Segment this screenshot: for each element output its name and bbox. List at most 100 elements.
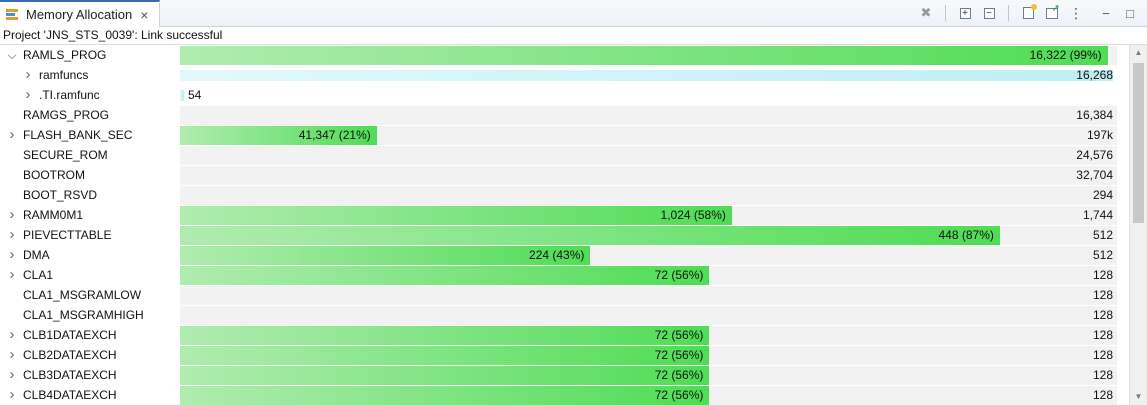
chevron-right-icon[interactable]: › [6,205,18,225]
usage-bar-track: 128 [180,306,1117,326]
name-cell: › CLB3DATAEXCH [0,365,180,385]
maximize-icon[interactable]: □ [1121,4,1139,22]
tab-memory-allocation[interactable]: Memory Allocation × [0,0,160,27]
usage-bar-track: 16,268 [180,66,1117,86]
usage-fill: 72 (56%) [180,366,710,385]
region-total: 128 [1092,268,1113,282]
view-menu-icon[interactable]: ⋮ [1067,4,1085,22]
section-size: 54 [188,88,202,102]
tree-row[interactable]: › ramfuncs 16,268 [0,65,1129,86]
usage-label: 448 (87%) [938,228,994,242]
vertical-scrollbar[interactable]: ▲ ▼ [1129,45,1147,405]
name-cell: › RAMM0M1 [0,205,180,225]
chevron-right-icon[interactable]: › [6,345,18,365]
row-name: CLB1DATAEXCH [23,328,117,342]
tree-row[interactable]: › CLB2DATAEXCH 72 (56%) 128 [0,345,1129,366]
chevron-down-icon[interactable]: ⌵ [6,45,18,65]
region-total: 128 [1092,368,1113,382]
usage-fill: 1,024 (58%) [180,206,732,225]
chevron-right-icon[interactable]: › [6,225,18,245]
region-total: 16,384 [1076,108,1113,122]
tree-row[interactable]: › CLA1 72 (56%) 128 [0,265,1129,286]
tree-row[interactable]: › RAMM0M1 1,024 (58%) 1,744 [0,205,1129,226]
tree-row[interactable]: ⌵ RAMLS_PROG 16,322 (99%) [0,45,1129,66]
chevron-right-icon[interactable]: › [6,385,18,405]
usage-fill: 448 (87%) [180,226,1000,245]
remove-icon[interactable]: ✖ [917,4,935,22]
tree-row[interactable]: › DMA 224 (43%) 512 [0,245,1129,266]
usage-bar-track: 72 (56%) 128 [180,326,1117,346]
tree-row[interactable]: › CLB1DATAEXCH 72 (56%) 128 [0,325,1129,346]
usage-fill: 72 (56%) [180,386,710,405]
name-cell: › FLASH_BANK_SEC [0,125,180,145]
tree-row[interactable]: RAMGS_PROG 16,384 [0,105,1129,126]
name-cell: CLA1_MSGRAMLOW [0,285,180,305]
name-cell: › DMA [0,245,180,265]
tree-row[interactable]: CLA1_MSGRAMLOW 128 [0,285,1129,306]
usage-fill: 72 (56%) [180,346,710,365]
usage-label: 72 (56%) [654,328,704,342]
scrollbar-thumb[interactable] [1133,63,1144,223]
row-name: RAMLS_PROG [23,48,107,62]
region-total: 32,704 [1076,168,1113,182]
name-cell: BOOTROM [0,165,180,185]
collapse-all-icon[interactable]: − [980,4,998,22]
tree-row[interactable]: › CLB3DATAEXCH 72 (56%) 128 [0,365,1129,386]
chevron-right-icon[interactable]: › [22,65,34,85]
name-cell: › CLB1DATAEXCH [0,325,180,345]
chevron-right-icon[interactable]: › [22,85,34,105]
scroll-up-icon[interactable]: ▲ [1130,45,1147,61]
row-name: ramfuncs [39,68,89,82]
name-cell: › .TI.ramfunc [0,85,180,105]
tree-row[interactable]: CLA1_MSGRAMHIGH 128 [0,305,1129,326]
expand-all-icon[interactable]: + [956,4,974,22]
toolbar-separator [1008,5,1009,21]
name-cell: CLA1_MSGRAMHIGH [0,305,180,325]
memory-allocation-tree: ⌵ RAMLS_PROG 16,322 (99%) › ramfuncs 16,268 ›.… [0,45,1129,405]
row-name: CLB3DATAEXCH [23,368,117,382]
chevron-right-icon[interactable]: › [6,245,18,265]
region-total: 16,268 [1076,68,1113,82]
view-tab-bar: Memory Allocation × ✖ + − ➚ ⋮ − □ [0,0,1147,27]
chevron-right-icon[interactable]: › [6,365,18,385]
region-total: 24,576 [1076,148,1113,162]
chevron-right-icon[interactable]: › [6,325,18,345]
usage-label: 224 (43%) [529,248,585,262]
memory-allocation-icon [6,8,20,22]
usage-fill: 72 (56%) [180,266,710,285]
row-name: CLA1_MSGRAMLOW [23,288,142,302]
new-file-icon[interactable] [1019,4,1037,22]
name-cell: BOOT_RSVD [0,185,180,205]
usage-bar-track: 294 [180,186,1117,206]
minimize-icon[interactable]: − [1097,4,1115,22]
section-usage-fill [180,70,1114,81]
region-total: 128 [1092,328,1113,342]
tree-row[interactable]: › PIEVECTTABLE 448 (87%) 512 [0,225,1129,246]
tree-row[interactable]: SECURE_ROM 24,576 [0,145,1129,166]
usage-bar-track: 1,024 (58%) 1,744 [180,206,1117,226]
usage-fill: 16,322 (99%) [180,46,1108,65]
chevron-right-icon[interactable]: › [6,265,18,285]
scroll-down-icon[interactable]: ▼ [1130,389,1147,405]
row-name: CLB2DATAEXCH [23,348,117,362]
usage-label: 72 (56%) [654,368,704,382]
chevron-right-icon[interactable]: › [6,125,18,145]
close-icon[interactable]: × [140,7,148,23]
usage-bar-track: 72 (56%) 128 [180,266,1117,286]
usage-label: 72 (56%) [654,268,704,282]
tree-row[interactable]: › CLB4DATAEXCH 72 (56%) 128 [0,385,1129,405]
export-icon[interactable]: ➚ [1043,3,1061,22]
usage-bar-track: 224 (43%) 512 [180,246,1117,266]
row-name: CLA1 [23,268,54,282]
tree-row[interactable]: › .TI.ramfunc 54 [0,85,1129,106]
usage-label: 41,347 (21%) [298,128,371,142]
region-total: 128 [1092,388,1113,402]
tree-row[interactable]: BOOT_RSVD 294 [0,185,1129,206]
name-cell: › CLB4DATAEXCH [0,385,180,405]
row-name: SECURE_ROM [23,148,108,162]
usage-bar-track: 16,384 [180,106,1117,126]
region-total: 512 [1092,248,1113,262]
tree-row[interactable]: › FLASH_BANK_SEC 41,347 (21%) 197k [0,125,1129,146]
tree-row[interactable]: BOOTROM 32,704 [0,165,1129,186]
region-total: 197k [1086,128,1113,142]
